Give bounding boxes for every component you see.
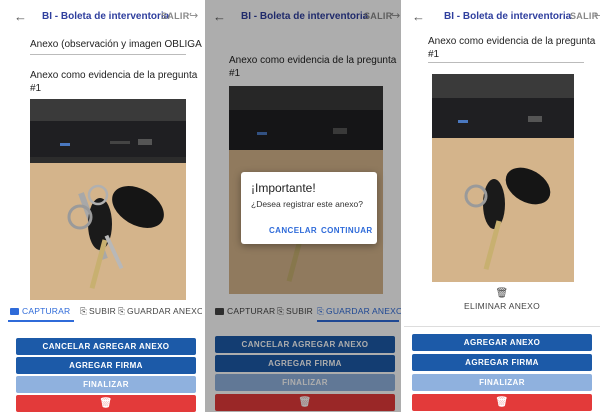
screen-confirm: ← BI - Boleta de interventoria SALIR ↪ A… xyxy=(205,0,401,412)
logout-icon[interactable]: ↪ xyxy=(189,9,198,22)
camera-icon xyxy=(10,308,19,315)
app-title: BI - Boleta de interventoria xyxy=(444,11,572,22)
confirm-dialog: ¡Importante! ¿Desea registrar este anexo… xyxy=(241,172,377,244)
evidence-photo xyxy=(30,99,186,300)
screen-saved: ← BI - Boleta de interventoria SALIR ↪ A… xyxy=(404,0,600,412)
attach-icon: ⎘ xyxy=(118,306,126,316)
anexo-field-underline xyxy=(30,54,186,55)
evidence-photo xyxy=(432,74,574,282)
eliminar-anexo-label: ELIMINAR ANEXO xyxy=(464,301,540,311)
dialog-continue-button[interactable]: CONTINUAR xyxy=(321,226,373,235)
app-bar: ← BI - Boleta de interventoria SALIR ↪ xyxy=(6,0,202,34)
tab-capturar-label: CAPTURAR xyxy=(22,306,71,316)
app-title: BI - Boleta de interventoria xyxy=(42,11,170,22)
dialog-cancel-button[interactable]: CANCELAR xyxy=(269,226,317,235)
anexo-label-line2: #1 xyxy=(428,49,440,60)
app-bar: ← BI - Boleta de interventoria SALIR ↪ xyxy=(404,0,600,34)
agregar-anexo-button[interactable]: AGREGAR ANEXO xyxy=(412,334,592,351)
anexo-underline xyxy=(428,62,584,63)
dialog-title: ¡Importante! xyxy=(251,181,316,195)
divider xyxy=(404,326,600,327)
salir-button[interactable]: SALIR xyxy=(161,11,190,21)
logout-icon[interactable]: ↪ xyxy=(594,9,600,22)
delete-button[interactable]: 🗑 xyxy=(412,394,592,411)
back-arrow-icon[interactable]: ← xyxy=(412,9,425,24)
trash-icon: 🗑 xyxy=(495,288,509,299)
anexo-field[interactable]: Anexo (observación y imagen OBLIGA... xyxy=(30,38,202,51)
dialog-message: ¿Desea registrar este anexo? xyxy=(251,199,363,209)
attach-icon: ⎘ xyxy=(80,306,88,316)
tab-guardar[interactable]: ⎘ GUARDAR ANEXO xyxy=(118,306,202,317)
keys-photo-image xyxy=(30,99,186,300)
finalizar-button[interactable]: FINALIZAR xyxy=(412,374,592,391)
tab-subir-label: SUBIR xyxy=(89,306,116,316)
back-arrow-icon[interactable]: ← xyxy=(14,9,27,24)
delete-button[interactable]: 🗑 xyxy=(16,395,196,412)
evidence-label-line1: Anexo como evidencia de la pregunta xyxy=(30,70,198,81)
trash-icon: 🗑 xyxy=(99,398,113,409)
tab-capturar[interactable]: CAPTURAR xyxy=(10,306,70,316)
keys-photo-image xyxy=(432,74,574,282)
agregar-firma-button[interactable]: AGREGAR FIRMA xyxy=(16,357,196,374)
active-tab-indicator xyxy=(8,320,74,322)
finalizar-button[interactable]: FINALIZAR xyxy=(16,376,196,393)
anexo-label-line1: Anexo como evidencia de la pregunta xyxy=(428,36,596,47)
cancelar-agregar-anexo-button[interactable]: CANCELAR AGREGAR ANEXO xyxy=(16,338,196,355)
trash-icon: 🗑 xyxy=(495,397,509,408)
anexo-tabs: CAPTURAR ⎘ SUBIR ⎘ GUARDAR ANEXO xyxy=(6,300,202,322)
agregar-firma-button[interactable]: AGREGAR FIRMA xyxy=(412,354,592,371)
tab-subir[interactable]: ⎘ SUBIR xyxy=(80,306,116,317)
evidence-label-line2: #1 xyxy=(30,83,42,94)
screen-capture: ← BI - Boleta de interventoria SALIR ↪ A… xyxy=(6,0,202,412)
eliminar-anexo-button[interactable]: 🗑 ELIMINAR ANEXO xyxy=(404,288,600,311)
tab-guardar-label: GUARDAR ANEXO xyxy=(127,306,202,316)
